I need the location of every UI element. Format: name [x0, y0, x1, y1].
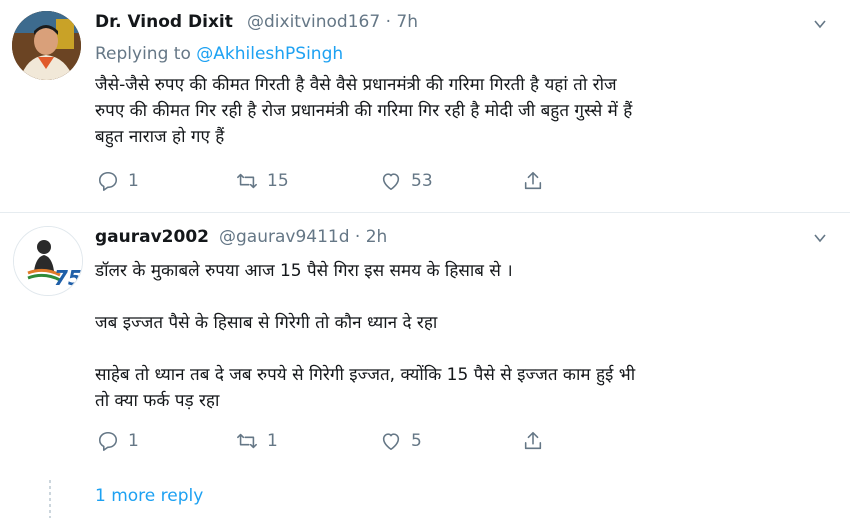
author-name[interactable]: gaurav2002	[95, 227, 209, 247]
more-replies-link[interactable]: 1 more reply	[95, 486, 203, 506]
avatar[interactable]: 75	[13, 226, 83, 296]
tweet-text-line: तो क्या फर्क पड़ रहा	[95, 391, 220, 411]
tweet-text: डॉलर के मुकाबले रुपया आज 15 पैसे गिरा इस…	[95, 258, 635, 414]
avatar[interactable]	[12, 11, 81, 80]
share-icon	[524, 431, 542, 450]
share-button[interactable]	[522, 428, 544, 454]
tweet[interactable]: Dr. Vinod Dixit @dixitvinod167 · 7h Repl…	[0, 0, 850, 213]
retweet-button[interactable]: 15	[236, 168, 289, 194]
author-name[interactable]: Dr. Vinod Dixit	[95, 12, 233, 32]
retweet-icon	[237, 173, 257, 189]
replying-to: Replying to @AkhileshPSingh	[95, 44, 343, 64]
chevron-down-icon[interactable]	[812, 230, 828, 246]
tweet-text-line: बहुत नाराज हो गए हैं	[95, 127, 225, 147]
action-bar: 1 15 53	[97, 168, 557, 194]
tweet-text-line: रुपए की कीमत गिर रही है रोज प्रधानमंत्री…	[95, 101, 633, 121]
tweet-text: जैसे-जैसे रुपए की कीमत गिरती है वैसे वैस…	[95, 72, 632, 150]
like-count: 5	[411, 431, 422, 451]
like-icon	[382, 173, 400, 191]
mention-link[interactable]: @AkhileshPSingh	[196, 44, 343, 64]
tweet-text-line: डॉलर के मुकाबले रुपया आज 15 पैसे गिरा इस…	[95, 261, 513, 281]
author-handle[interactable]: @dixitvinod167 · 7h	[247, 12, 418, 32]
reply-count: 1	[128, 431, 139, 451]
thread-line	[49, 480, 51, 518]
retweet-count: 15	[267, 171, 289, 191]
tweet-text-line: जैसे-जैसे रुपए की कीमत गिरती है वैसे वैस…	[95, 75, 617, 95]
reply-icon	[98, 431, 118, 451]
chevron-down-icon[interactable]	[812, 16, 828, 32]
share-button[interactable]	[522, 168, 544, 194]
retweet-count: 1	[267, 431, 278, 451]
like-count: 53	[411, 171, 433, 191]
tweet-text-line: साहेब तो ध्यान तब दे जब रुपये से गिरेगी …	[95, 365, 636, 385]
like-icon	[382, 433, 400, 451]
replying-to-label: Replying to	[95, 44, 197, 64]
reply-count: 1	[128, 171, 139, 191]
share-icon	[524, 171, 542, 190]
author-handle[interactable]: @gaurav9411d · 2h	[219, 227, 387, 247]
like-button[interactable]: 5	[380, 428, 422, 454]
reply-button[interactable]: 1	[97, 428, 139, 454]
like-button[interactable]: 53	[380, 168, 433, 194]
retweet-icon	[237, 433, 257, 449]
tweet-text-line: जब इज्जत पैसे के हिसाब से गिरेगी तो कौन …	[95, 313, 438, 333]
reply-button[interactable]: 1	[97, 168, 139, 194]
action-bar: 1 1 5	[97, 428, 557, 454]
retweet-button[interactable]: 1	[236, 428, 278, 454]
reply-icon	[98, 171, 118, 191]
